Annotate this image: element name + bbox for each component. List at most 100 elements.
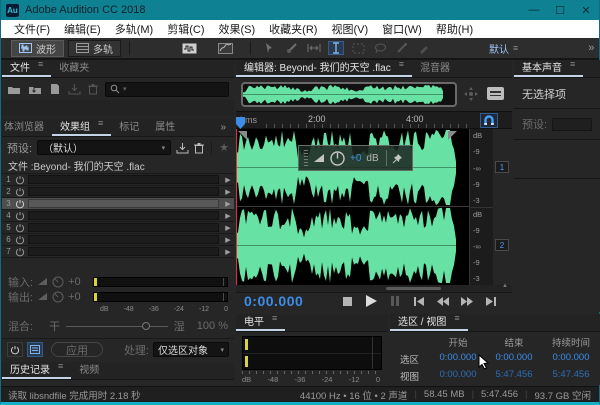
channel-2-button[interactable]: 2 (495, 239, 509, 251)
tab-markers[interactable]: 标记 (111, 116, 147, 136)
fast-forward-button[interactable] (455, 293, 479, 309)
slot-arrow-icon[interactable]: ▶ (222, 248, 234, 256)
selection-duration-value[interactable]: 0:00.000 (542, 352, 600, 366)
time-selection-tool-icon[interactable] (328, 41, 344, 55)
editor-settings-icon[interactable] (487, 87, 504, 100)
slot-arrow-icon[interactable]: ▶ (222, 176, 234, 184)
selection-end-value[interactable]: 0:00.000 (486, 352, 542, 366)
new-file-icon[interactable] (49, 83, 61, 95)
slip-tool-icon[interactable] (306, 41, 322, 55)
spot-heal-tool-icon[interactable] (416, 41, 432, 55)
menu-favorites[interactable]: 收藏夹(R) (262, 21, 324, 37)
time-display[interactable]: 0:00.000 (244, 293, 303, 309)
power-icon[interactable] (15, 175, 25, 185)
effects-rack-menu-icon[interactable]: ≡ (98, 118, 103, 133)
mix-slider[interactable] (66, 326, 168, 327)
lasso-tool-icon[interactable] (372, 41, 388, 55)
maximize-button[interactable]: ☐ (547, 0, 573, 20)
history-menu-icon[interactable]: ≡ (58, 361, 63, 376)
tab-editor[interactable]: 编辑器: Beyond- 我们的天空 .flac ≡ (236, 57, 412, 77)
selection-view-menu-icon[interactable]: ≡ (454, 314, 459, 328)
effects-panel-overflow-icon[interactable]: » (212, 120, 234, 136)
power-icon[interactable] (15, 199, 25, 209)
power-icon[interactable] (15, 211, 25, 221)
effect-slot-3-selected[interactable]: 3▶ (2, 198, 234, 210)
channel-1-button[interactable]: 1 (495, 161, 509, 173)
tab-selection-view[interactable]: 选区 / 视图≡ (390, 314, 468, 331)
close-button[interactable]: ✕ (573, 0, 599, 20)
essential-sound-menu-icon[interactable]: ≡ (570, 59, 575, 74)
slot-arrow-icon[interactable]: ▶ (222, 212, 234, 220)
tab-files[interactable]: 文件≡ (2, 57, 51, 77)
waveform-mode-button[interactable]: 波形 (11, 40, 64, 57)
pause-button[interactable] (383, 293, 407, 309)
save-file-icon[interactable] (68, 83, 81, 95)
move-tool-icon[interactable] (262, 41, 278, 55)
effect-slot-1[interactable]: 1▶ (2, 174, 234, 186)
view-duration-value[interactable]: 5:47.456 (542, 369, 600, 383)
effect-slot-6[interactable]: 6▶ (2, 234, 234, 246)
favorite-star-icon[interactable]: ★ (219, 141, 229, 154)
tab-favorites[interactable]: 收藏夹 (51, 57, 97, 77)
hud-knob-icon[interactable] (330, 151, 345, 166)
menu-edit[interactable]: 编辑(E) (57, 21, 108, 37)
tab-effects-rack[interactable]: 效果组≡ (52, 116, 111, 136)
rack-list-button[interactable] (27, 342, 43, 357)
minimize-button[interactable]: — (521, 0, 547, 20)
workspace-menu-icon[interactable]: ≡ (513, 43, 518, 53)
search-input[interactable]: ▾ (105, 82, 229, 97)
menu-help[interactable]: 帮助(H) (429, 21, 480, 37)
effect-slot-2[interactable]: 2▶ (2, 186, 234, 198)
toolbar-overflow-icon[interactable]: » (588, 42, 594, 54)
process-dropdown[interactable]: 仅选区对象 ▾ (153, 342, 229, 357)
trash-icon[interactable] (88, 83, 98, 95)
scrollbar-thumb[interactable] (386, 287, 441, 290)
preset-dropdown[interactable]: （默认） ▾ (37, 140, 171, 155)
rewind-button[interactable] (431, 293, 455, 309)
levels-menu-icon[interactable]: ≡ (272, 313, 277, 328)
effect-slot-4[interactable]: 4▶ (2, 210, 234, 222)
power-icon[interactable] (15, 187, 25, 197)
menu-file[interactable]: 文件(F) (7, 21, 57, 37)
editor-menu-icon[interactable]: ≡ (399, 59, 404, 74)
effect-slot-5[interactable]: 5▶ (2, 222, 234, 234)
slot-arrow-icon[interactable]: ▶ (222, 188, 234, 196)
navigator-icon[interactable] (464, 87, 478, 101)
mix-slider-handle[interactable] (142, 322, 150, 330)
apply-button[interactable]: 应用 (51, 342, 103, 357)
scroll-up-icon[interactable]: ▲ (502, 283, 508, 289)
spectral-view-button[interactable] (217, 41, 233, 55)
power-icon[interactable] (15, 247, 25, 257)
fade-in-handle[interactable] (238, 131, 247, 140)
waveform-view-button[interactable] (181, 41, 197, 55)
menu-multitrack[interactable]: 多轨(M) (108, 21, 161, 37)
brush-tool-icon[interactable] (394, 41, 410, 55)
razor-tool-icon[interactable] (284, 41, 300, 55)
tab-essential-sound[interactable]: 基本声音≡ (514, 57, 583, 77)
rack-power-button[interactable] (7, 342, 23, 357)
tab-media-browser[interactable]: 体浏览器 (2, 116, 52, 136)
delete-preset-icon[interactable] (194, 142, 204, 154)
menu-window[interactable]: 窗口(W) (375, 21, 429, 37)
playhead-handle[interactable] (235, 116, 246, 130)
waveform-display[interactable]: +0 dB dB-9-∞-9-3 dB-9-∞-9-3 1 2 (236, 129, 512, 285)
tab-mixer[interactable]: 混音器 (412, 57, 458, 77)
view-start-value[interactable]: 0:00.000 (430, 369, 486, 383)
gain-hud[interactable]: +0 dB (298, 145, 413, 171)
essential-preset-dropdown[interactable] (552, 118, 592, 131)
stop-button[interactable] (335, 293, 359, 309)
editor-scrollbar[interactable]: ▲ (236, 285, 512, 292)
menu-effects[interactable]: 效果(S) (212, 21, 263, 37)
snap-magnet-button[interactable] (480, 113, 498, 128)
files-panel-menu-icon[interactable]: ≡ (38, 59, 43, 74)
marquee-tool-icon[interactable] (350, 41, 366, 55)
overview-navigator[interactable] (241, 82, 457, 107)
play-button[interactable] (359, 293, 383, 309)
tab-video[interactable]: 视频 (71, 359, 107, 379)
power-icon[interactable] (15, 223, 25, 233)
slot-arrow-icon[interactable]: ▶ (222, 236, 234, 244)
skip-end-button[interactable] (479, 293, 503, 309)
menu-clip[interactable]: 剪辑(C) (160, 21, 211, 37)
timeline-ruler[interactable]: hms 2:00 4:00 (236, 111, 512, 129)
skip-start-button[interactable] (407, 293, 431, 309)
